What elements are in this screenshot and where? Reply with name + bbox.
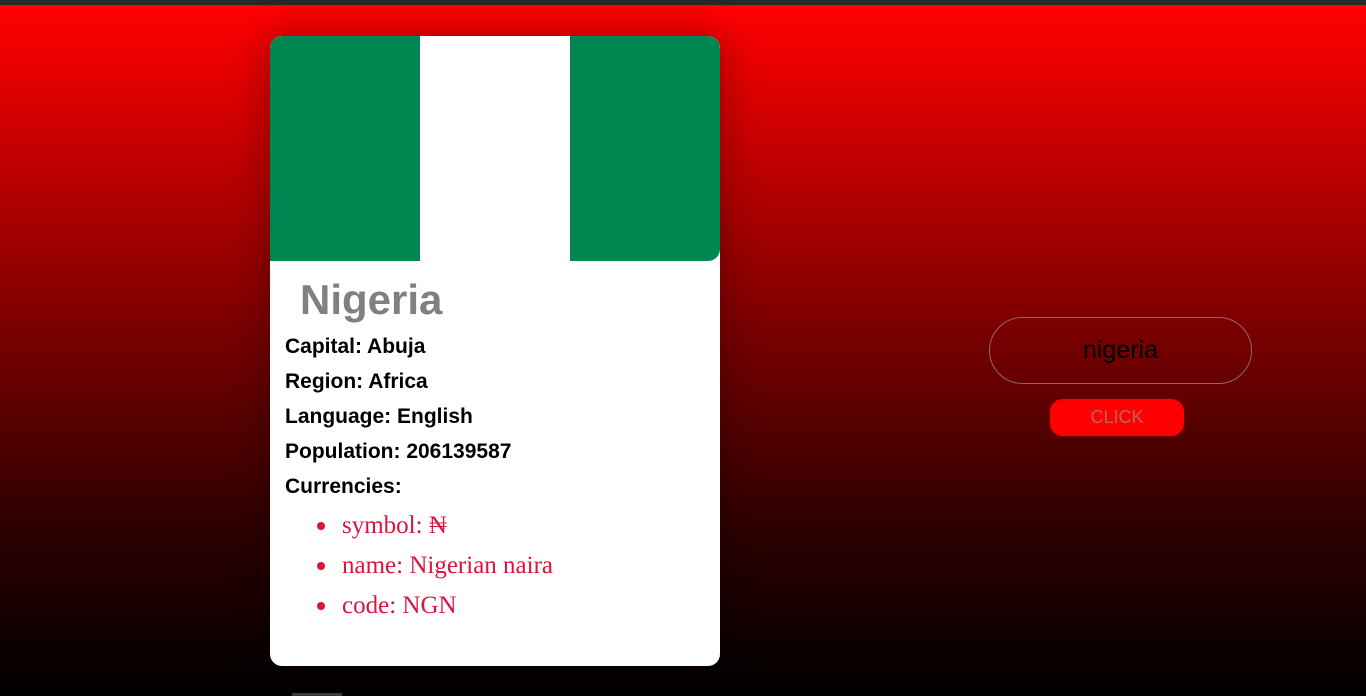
bullet-icon (317, 522, 325, 530)
flag-stripe-middle (420, 36, 570, 261)
capital-line: Capital: Abuja (285, 335, 426, 358)
bullet-icon (317, 602, 325, 610)
region-line: Region: Africa (285, 370, 428, 393)
currency-code-text: code: NGN (342, 592, 457, 619)
currency-item-code: code: NGN (312, 586, 553, 626)
currency-item-symbol: symbol: ₦ (312, 506, 553, 546)
bullet-icon (317, 562, 325, 570)
country-flag (270, 36, 720, 261)
flag-stripe-left (270, 36, 420, 261)
currencies-heading: Currencies: (285, 475, 402, 498)
language-line: Language: English (285, 405, 473, 428)
country-card: Nigeria Capital: Abuja Region: Africa La… (270, 36, 720, 666)
currency-list: symbol: ₦ name: Nigerian naira code: NGN (312, 506, 553, 626)
click-button[interactable]: CLICK (1049, 398, 1185, 437)
population-line: Population: 206139587 (285, 440, 512, 463)
top-bar (0, 0, 1366, 5)
currency-item-name: name: Nigerian naira (312, 546, 553, 586)
currency-name-text: name: Nigerian naira (342, 552, 554, 579)
flag-stripe-right (570, 36, 720, 261)
currency-symbol-text: symbol: ₦ (342, 512, 447, 539)
country-search-input[interactable] (989, 317, 1252, 384)
country-name: Nigeria (300, 276, 443, 323)
